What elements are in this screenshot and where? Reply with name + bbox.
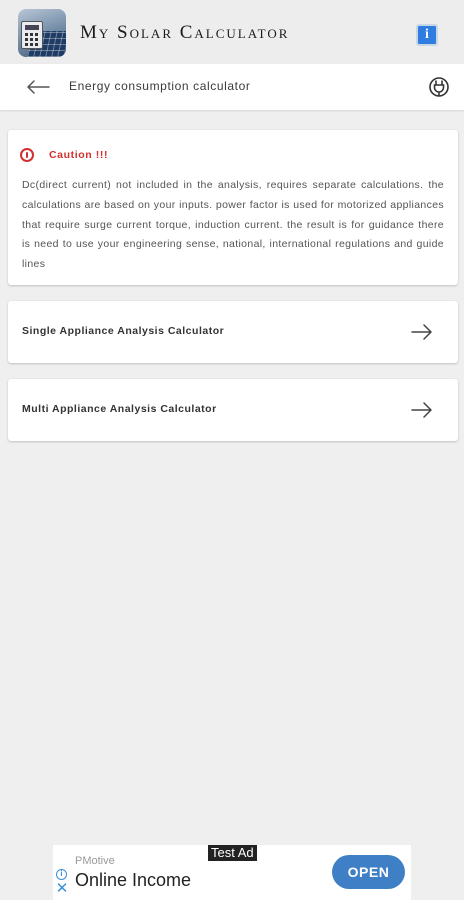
caution-label: Caution !!! — [49, 149, 109, 161]
single-appliance-calculator-card[interactable]: Single Appliance Analysis Calculator — [8, 301, 458, 363]
multi-appliance-calculator-card[interactable]: Multi Appliance Analysis Calculator — [8, 379, 458, 441]
ad-close-icon[interactable]: ✕ — [55, 881, 69, 896]
solar-calculator-logo — [18, 9, 66, 57]
ad-info-icon[interactable]: i — [56, 869, 67, 880]
app-title: My Solar Calculator — [80, 22, 290, 43]
caution-text: Dc(direct current) not included in the a… — [22, 179, 444, 271]
caution-icon — [20, 148, 34, 162]
info-icon[interactable]: i — [416, 24, 438, 46]
arrow-right-icon — [411, 324, 432, 340]
page-title: Energy consumption calculator — [69, 79, 251, 93]
power-plug-button[interactable] — [428, 76, 450, 98]
ad-brand: PMotive — [75, 855, 115, 867]
caution-card: Caution !!! Dc(direct current) not inclu… — [8, 130, 458, 285]
test-ad-tag: Test Ad — [208, 845, 257, 861]
caution-header: Caution !!! — [20, 148, 108, 162]
power-plug-icon — [429, 77, 449, 97]
calculator-graphic — [21, 21, 43, 49]
single-appliance-label: Single Appliance Analysis Calculator — [22, 325, 225, 337]
multi-appliance-label: Multi Appliance Analysis Calculator — [22, 403, 217, 415]
arrow-left-icon — [27, 80, 50, 94]
arrow-right-icon — [411, 402, 432, 418]
app-bar: My Solar Calculator i — [0, 0, 464, 64]
ad-headline: Online Income — [75, 870, 192, 890]
ad-open-button[interactable]: OPEN — [332, 855, 405, 889]
back-button[interactable] — [24, 76, 52, 98]
ad-banner[interactable]: Test Ad i ✕ PMotive Online Income OPEN — [53, 845, 411, 900]
toolbar: Energy consumption calculator — [0, 64, 464, 110]
